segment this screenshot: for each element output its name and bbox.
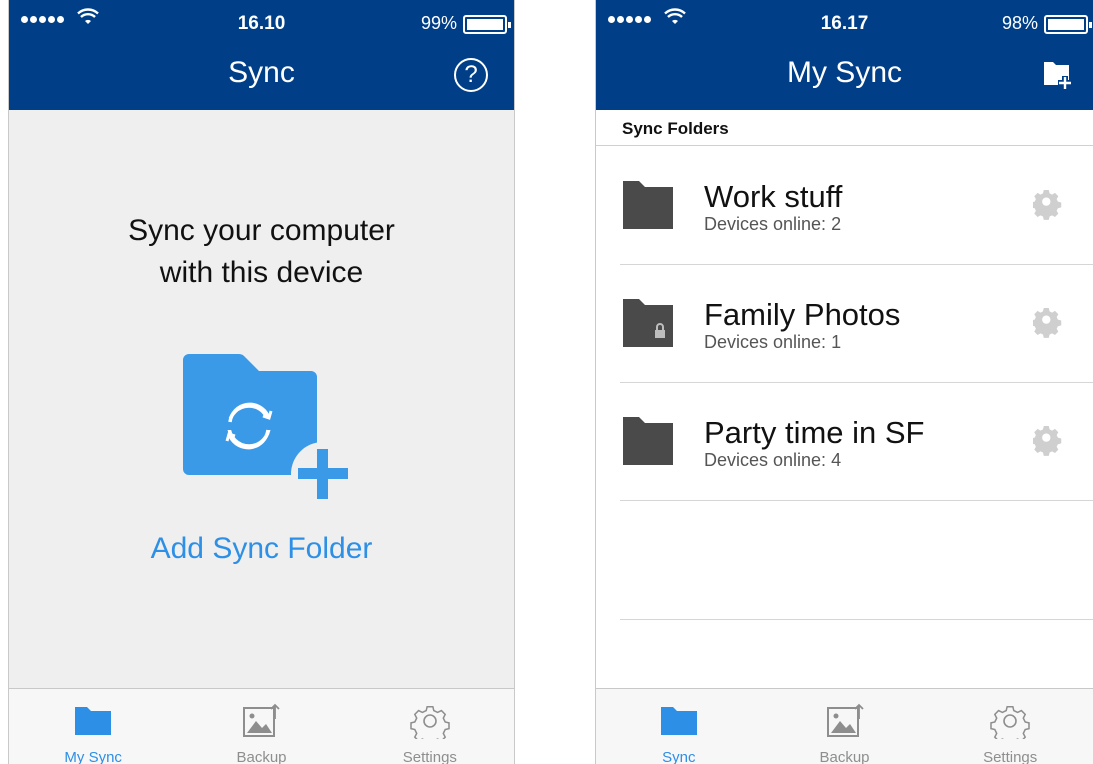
status-bar: 16.10 99% xyxy=(9,0,514,40)
sync-folder-row[interactable]: Party time in SF Devices online: 4 xyxy=(620,383,1093,501)
navigation-bar: 16.17 98% My Sync xyxy=(596,0,1093,110)
folder-settings-gear-icon[interactable] xyxy=(1033,308,1063,338)
page-title: My Sync xyxy=(786,56,903,89)
tab-bar: Sync Backup Settings xyxy=(596,688,1093,764)
tab-bar: My Sync Backup Settings xyxy=(9,688,514,764)
tab-label: My Sync xyxy=(64,749,122,764)
navigation-bar: 16.10 99% Sync ? xyxy=(9,0,514,110)
tab-my-sync[interactable]: My Sync xyxy=(9,689,177,764)
tab-label: Sync xyxy=(662,749,696,764)
tab-backup[interactable]: Backup xyxy=(762,689,928,764)
add-sync-folder-icon[interactable] xyxy=(177,350,357,500)
folder-icon xyxy=(660,707,697,735)
empty-state-line-1: Sync your computer xyxy=(128,214,395,247)
sync-empty-screen: 16.10 99% Sync ? Sync your computer with… xyxy=(8,0,515,764)
image-upload-icon xyxy=(243,703,281,737)
add-folder-button[interactable] xyxy=(1041,58,1075,92)
folder-name: Family Photos xyxy=(704,297,901,332)
folder-icon xyxy=(623,181,673,229)
tab-label: Settings xyxy=(402,749,457,764)
tab-label: Settings xyxy=(983,749,1038,764)
section-header: Sync Folders xyxy=(596,110,1093,146)
tab-sync[interactable]: Sync xyxy=(596,689,762,764)
battery-icon xyxy=(463,15,511,34)
battery-percentage: 98% xyxy=(1002,13,1039,33)
add-sync-folder-link[interactable]: Add Sync Folder xyxy=(9,532,514,566)
my-sync-screen: 16.17 98% My Sync Sync Folders Work stuf… xyxy=(595,0,1093,764)
locked-folder-icon xyxy=(623,299,673,347)
tab-label: Backup xyxy=(819,749,870,764)
tab-backup[interactable]: Backup xyxy=(177,689,345,764)
gear-icon xyxy=(990,705,1030,739)
folder-name: Work stuff xyxy=(704,179,843,214)
empty-state-line-2: with this device xyxy=(159,256,364,289)
devices-online: Devices online: 2 xyxy=(704,214,842,234)
tab-settings[interactable]: Settings xyxy=(346,689,514,764)
gear-icon xyxy=(410,705,450,739)
list-divider xyxy=(620,619,1093,620)
page-title: Sync xyxy=(228,56,295,89)
folder-icon xyxy=(623,417,673,465)
folder-name: Party time in SF xyxy=(704,415,925,450)
image-upload-icon xyxy=(826,703,864,737)
tab-settings[interactable]: Settings xyxy=(927,689,1093,764)
status-bar: 16.17 98% xyxy=(596,0,1093,40)
battery-icon xyxy=(1044,15,1092,34)
folder-settings-gear-icon[interactable] xyxy=(1033,190,1063,220)
devices-online: Devices online: 1 xyxy=(704,332,842,352)
folder-settings-gear-icon[interactable] xyxy=(1033,426,1063,456)
empty-state-message: Sync your computer with this device xyxy=(9,210,514,294)
devices-online: Devices online: 4 xyxy=(704,450,842,470)
sync-folder-row[interactable]: Work stuff Devices online: 2 xyxy=(620,147,1093,265)
sync-folder-row[interactable]: Family Photos Devices online: 1 xyxy=(620,265,1093,383)
battery-percentage: 99% xyxy=(421,13,458,33)
tab-label: Backup xyxy=(236,749,287,764)
folder-icon xyxy=(75,707,112,735)
help-button[interactable]: ? xyxy=(454,58,488,92)
